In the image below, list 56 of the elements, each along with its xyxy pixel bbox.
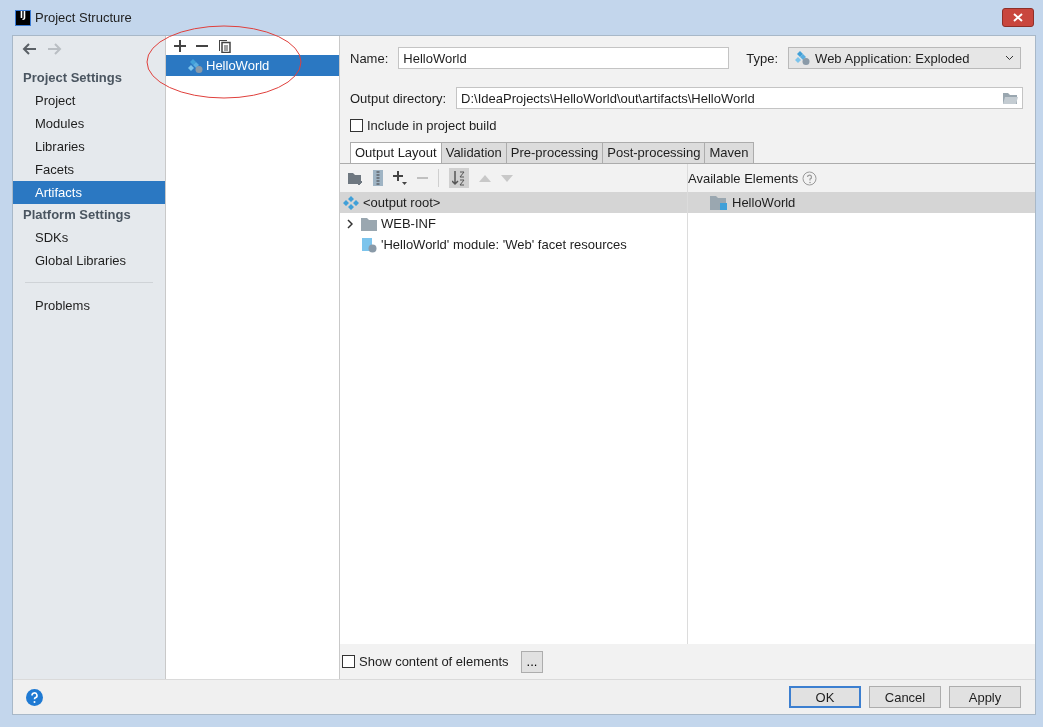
add-dropdown-icon[interactable] [393, 170, 407, 186]
tab[interactable]: Post-processing [602, 142, 706, 163]
add-icon[interactable] [174, 39, 186, 52]
output-directory-field[interactable]: D:\IdeaProjects\HelloWorld\out\artifacts\HelloWorld [456, 87, 1023, 109]
sidebar-item[interactable]: Modules [13, 112, 165, 135]
artifact-list-item[interactable]: HelloWorld [166, 55, 339, 76]
sort-button[interactable] [449, 168, 469, 188]
layout-tree-item[interactable]: WEB-INF [340, 213, 687, 234]
sidebar-item[interactable]: Global Libraries [13, 249, 165, 272]
field-label: Type: [746, 50, 779, 66]
window-title: Project Structure [35, 10, 133, 25]
layout-tree-item[interactable]: <output root> [340, 192, 687, 213]
sidebar-item[interactable]: Project [13, 89, 165, 112]
sidebar-item[interactable]: Artifacts [13, 181, 165, 204]
sidebar-item[interactable]: Problems [13, 294, 165, 317]
tab[interactable]: Output Layout [350, 142, 442, 163]
close-button[interactable] [1002, 8, 1034, 27]
tab[interactable]: Maven [704, 142, 754, 163]
pane-title: Available Elements [688, 170, 799, 186]
artifact-icon [188, 57, 204, 74]
new-folder-icon[interactable] [348, 171, 363, 185]
dialog-button[interactable]: Apply [949, 686, 1021, 708]
sidebar-item[interactable]: Libraries [13, 135, 165, 158]
dialog-button[interactable]: OK [789, 686, 861, 708]
tab[interactable]: Validation [440, 142, 507, 163]
help-icon[interactable] [26, 688, 43, 706]
field-label: Output directory: [350, 90, 447, 106]
section-heading: Project Settings [22, 69, 123, 87]
more-button[interactable]: ... [520, 650, 544, 673]
chevron-down-icon [1005, 55, 1015, 61]
artifact-icon [795, 50, 812, 66]
back-arrow-icon[interactable] [21, 42, 37, 56]
type-dropdown[interactable]: Web Application: Exploded [788, 47, 1022, 69]
folder-icon [361, 216, 377, 231]
available-element-item[interactable]: HelloWorld [688, 192, 1035, 213]
dialog-button[interactable]: Cancel [869, 686, 941, 708]
checkbox-label: Show content of elements [359, 654, 509, 669]
sidebar-item[interactable]: SDKs [13, 226, 165, 249]
field-label: Name: [350, 50, 389, 66]
copy-icon[interactable] [218, 38, 231, 53]
folder-icon[interactable] [1003, 92, 1018, 104]
tab[interactable]: Pre-processing [505, 142, 604, 163]
module-folder-icon [710, 195, 728, 210]
app-logo: IJ [15, 9, 31, 26]
artifact-icon [343, 195, 359, 210]
checkbox[interactable] [342, 655, 355, 668]
sort-icon [452, 170, 466, 186]
sidebar-item[interactable]: Facets [13, 158, 165, 181]
web-resource-icon [361, 236, 377, 253]
section-heading: Platform Settings [22, 206, 132, 224]
layout-tree-item[interactable]: 'HelloWorld' module: 'Web' facet resources [340, 234, 687, 255]
name-field[interactable]: HelloWorld [398, 47, 730, 69]
checkbox[interactable] [350, 118, 363, 132]
checkbox-label: Include in project build [367, 117, 497, 133]
close-icon [1013, 13, 1023, 22]
help-icon[interactable] [802, 170, 818, 186]
